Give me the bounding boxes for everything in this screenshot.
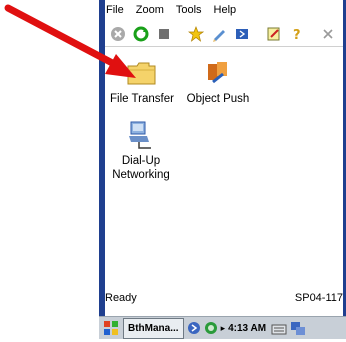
help-icon[interactable]: ? [287, 24, 307, 44]
edit-icon[interactable] [209, 24, 229, 44]
task-button[interactable]: BthMana... [123, 317, 184, 339]
device-name: SP04-117 [294, 292, 343, 304]
close-icon[interactable] [318, 24, 338, 44]
switch-windows-icon[interactable] [290, 320, 306, 336]
network-tray-icon[interactable] [204, 321, 218, 335]
status-bar: Ready SP04-117 [105, 290, 343, 306]
menu-help[interactable]: Help [213, 4, 238, 20]
keyboard-icon[interactable] [271, 320, 287, 336]
services-list: File Transfer Object Push Dial-Up Networ… [105, 48, 343, 286]
dialup-networking-item[interactable]: Dial-Up Networking [111, 118, 171, 182]
dialup-networking-label: Dial-Up Networking [112, 155, 170, 181]
toolbar-separator [255, 24, 261, 44]
object-push-icon [201, 56, 235, 90]
red-arrow-annotation [4, 4, 136, 78]
bluetooth-book-icon[interactable] [232, 24, 252, 44]
taskbar: BthMana... ▸ 4:13 AM [99, 316, 346, 339]
object-push-label: Object Push [186, 93, 250, 105]
favorites-star-icon[interactable] [186, 24, 206, 44]
status-text: Ready [105, 292, 137, 304]
menu-tools[interactable]: Tools [175, 4, 203, 20]
file-transfer-label: File Transfer [110, 93, 174, 105]
bluetooth-tray-icon[interactable] [187, 321, 201, 335]
tray-arrow-icon[interactable]: ▸ [221, 323, 226, 334]
clock: 4:13 AM [228, 322, 267, 334]
notes-icon[interactable] [264, 24, 284, 44]
stop-square-icon[interactable] [154, 24, 174, 44]
svg-text:?: ? [293, 28, 301, 42]
object-push-item[interactable]: Object Push [179, 56, 257, 106]
start-icon[interactable] [102, 319, 120, 337]
toolbar: ? [105, 22, 343, 47]
toolbar-separator [177, 24, 183, 44]
dialup-networking-icon [124, 118, 158, 152]
